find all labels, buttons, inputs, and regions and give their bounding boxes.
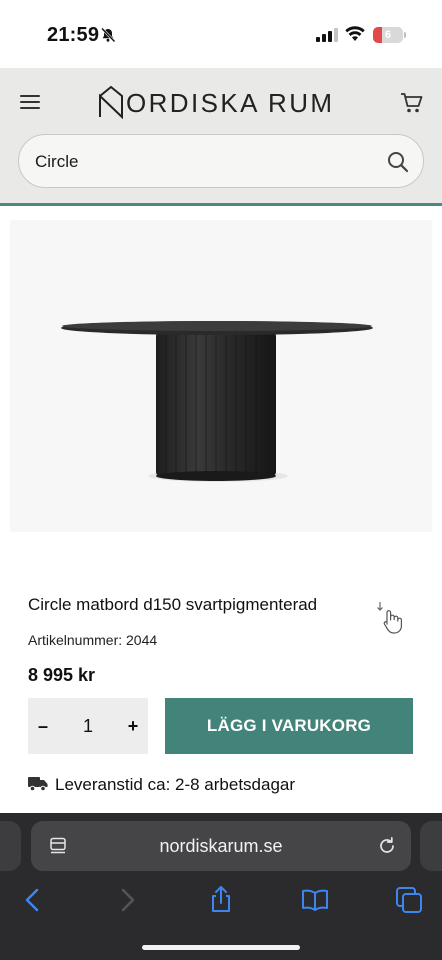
truck-icon — [28, 777, 48, 792]
browser-chrome: nordiskarum.se — [0, 813, 442, 960]
cart-icon[interactable] — [400, 92, 424, 114]
battery-level: 6 — [384, 29, 392, 41]
url-text: nordiskarum.se — [159, 836, 283, 856]
address-bar[interactable]: nordiskarum.se — [31, 821, 411, 871]
previous-tab-preview[interactable] — [0, 821, 21, 871]
bookmarks-icon[interactable] — [300, 885, 330, 915]
search-input[interactable]: Circle — [18, 134, 424, 188]
logo-text: ORDISKA RUM — [126, 88, 335, 118]
quantity-decrease-button[interactable]: – — [28, 698, 58, 754]
product-title: Circle matbord d150 svartpigmenterad — [28, 595, 318, 614]
next-tab-preview[interactable] — [420, 821, 442, 871]
delivery-text: Leveranstid ca: 2-8 arbetsdagar — [55, 775, 296, 794]
forward-icon[interactable] — [112, 885, 142, 915]
browser-toolbar — [0, 883, 442, 923]
home-indicator[interactable] — [142, 945, 300, 950]
status-bar: 21:59 6 — [0, 0, 442, 68]
logo-house-n — [99, 85, 123, 119]
product-image[interactable] — [10, 220, 432, 532]
product-price: 8 995 kr — [28, 665, 96, 685]
tabs-icon[interactable] — [394, 885, 424, 915]
wifi-icon — [345, 26, 365, 41]
share-icon[interactable] — [206, 885, 236, 915]
hand-cursor-icon — [377, 602, 402, 634]
signal-icon — [316, 28, 338, 42]
silent-bell-icon — [101, 27, 116, 43]
quantity-value[interactable]: 1 — [58, 698, 118, 754]
status-time: 21:59 — [47, 24, 100, 46]
search-icon[interactable] — [387, 151, 409, 173]
quantity-stepper: – 1 + — [28, 698, 148, 754]
reload-icon[interactable] — [377, 836, 397, 856]
back-icon[interactable] — [18, 885, 48, 915]
battery-icon: 6 — [373, 27, 406, 43]
menu-icon[interactable] — [20, 95, 40, 111]
search-value: Circle — [35, 152, 79, 171]
quantity-increase-button[interactable]: + — [118, 698, 148, 754]
add-to-cart-button[interactable]: LÄGG I VARUKORG — [165, 698, 413, 754]
article-number: Artikelnummer: 2044 — [28, 632, 158, 648]
page: 21:59 6 ORDISKA RUM Circle Circle matbor… — [0, 0, 442, 960]
table-illustration — [61, 321, 373, 482]
